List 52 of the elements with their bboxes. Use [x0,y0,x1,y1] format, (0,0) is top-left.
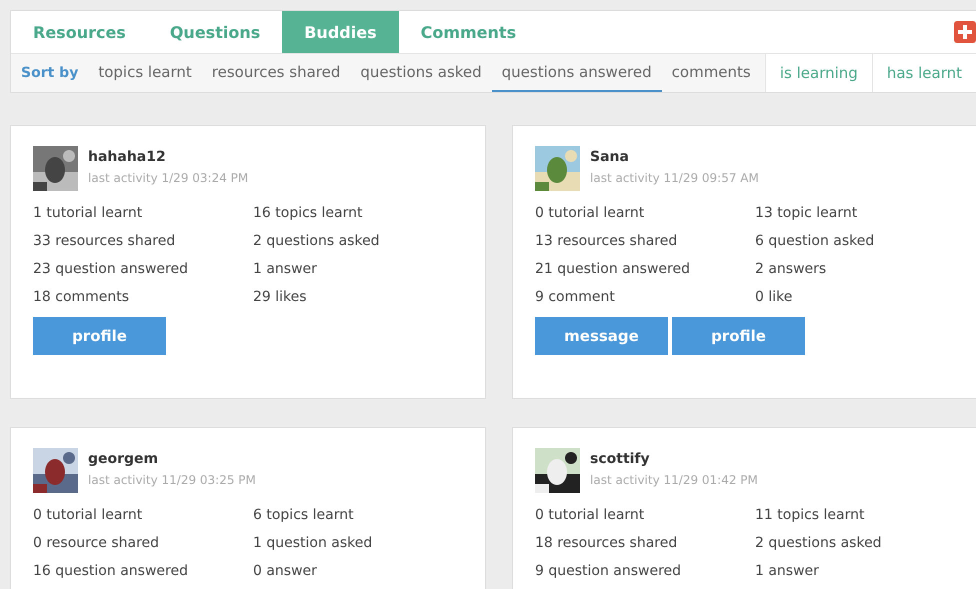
stat-text: 2 questions asked [253,233,381,249]
filter-button[interactable]: has learnt [872,54,976,92]
buddy-name: Sana [590,149,630,165]
add-icon[interactable] [954,21,976,43]
stat-text: 0 tutorial learnt [535,507,646,523]
sort-option[interactable]: questions answered [492,54,662,92]
stat-text: 23 question answered [33,261,189,277]
stat-text: 1 answer [253,261,318,277]
sort-option[interactable]: resources shared [202,54,350,92]
action-button[interactable]: profile [672,317,805,355]
stat-text: 1 tutorial learnt [33,205,144,221]
filter-button[interactable]: is learning [764,54,872,92]
stat-text: 6 question asked [755,233,876,249]
stat-text: 0 answer [253,563,318,579]
buddy-name: scottify [590,451,651,467]
stat-text: 33 resources shared [33,233,176,249]
last-activity: last activity 11/29 09:57 AM [590,171,759,185]
stat-text: 13 topic learnt [755,205,858,221]
sort-label: Sort by [20,65,80,81]
stat-text: 18 resources shared [535,535,678,551]
last-activity: last activity 1/29 03:24 PM [88,171,248,185]
stat-text: 16 topics learnt [253,205,364,221]
stat-text: 2 answers [755,261,828,277]
sort-option[interactable]: questions asked [350,54,492,92]
action-button[interactable]: message [535,317,668,355]
sort-option[interactable]: topics learnt [88,54,202,92]
stat-text: 0 resource shared [33,535,160,551]
buddy-name: hahaha12 [88,149,167,165]
stat-text: 0 tutorial learnt [33,507,144,523]
tab[interactable]: Resources [11,11,148,53]
stat-text: 11 topics learnt [755,507,866,523]
stat-text: 2 questions asked [755,535,883,551]
buddy-name: georgem [88,451,160,467]
tab[interactable]: Buddies [282,11,399,53]
sort-option[interactable]: comments [662,54,761,92]
stat-text: 29 likes [253,289,308,305]
last-activity: last activity 11/29 01:42 PM [590,473,758,487]
tab[interactable]: Comments [398,11,538,53]
stat-text: 9 question answered [535,563,682,579]
stat-text: 6 topics learnt [253,507,355,523]
action-button[interactable]: profile [33,317,166,355]
stat-text: 18 comments [33,289,130,305]
stat-text: 13 resources shared [535,233,678,249]
stat-text: 1 answer [755,563,820,579]
stat-text: 0 tutorial learnt [535,205,646,221]
stat-text: 1 question asked [253,535,374,551]
stat-text: 21 question answered [535,261,691,277]
last-activity: last activity 11/29 03:25 PM [88,473,256,487]
stat-text: 16 question answered [33,563,189,579]
stat-text: 0 like [755,289,794,305]
stat-text: 9 comment [535,289,616,305]
tab[interactable]: Questions [148,11,282,53]
